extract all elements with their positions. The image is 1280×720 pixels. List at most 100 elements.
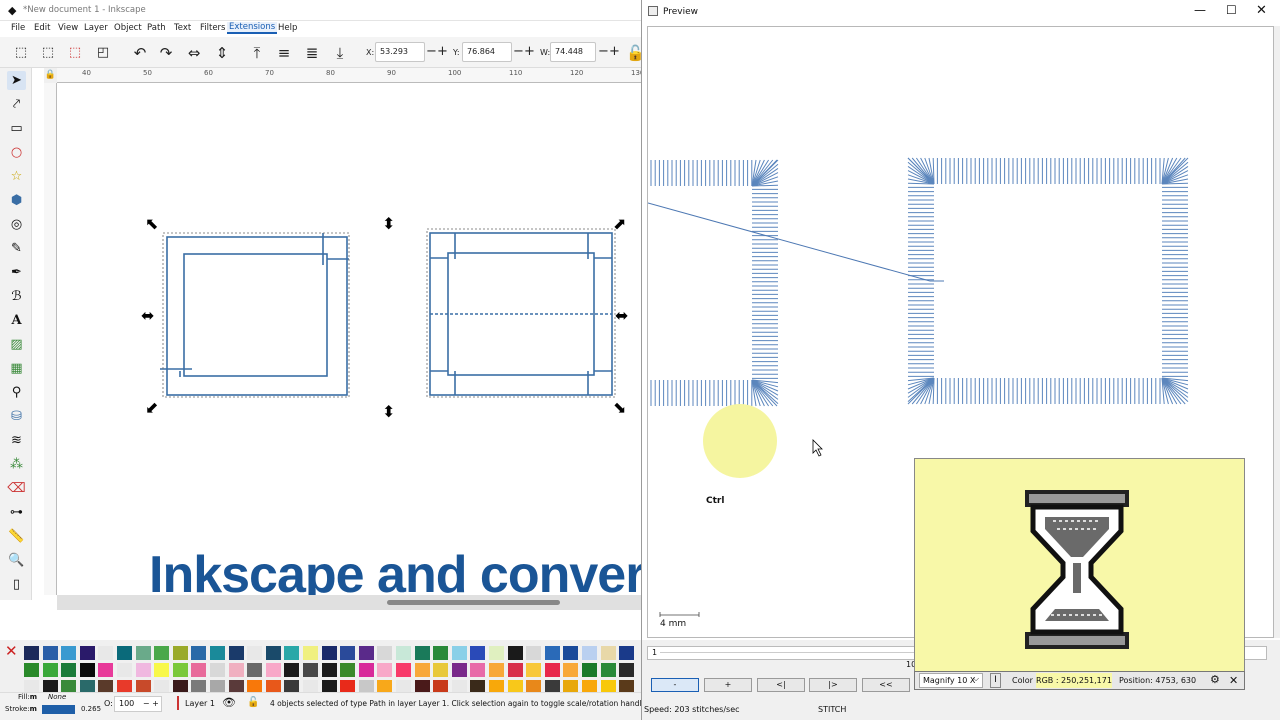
palette-swatch[interactable] bbox=[228, 646, 244, 660]
menu-help[interactable]: Help bbox=[278, 23, 297, 33]
raise-to-top-icon[interactable]: ⤒ bbox=[247, 43, 267, 63]
palette-swatch[interactable] bbox=[117, 663, 132, 677]
w-increment-icon[interactable]: + bbox=[609, 42, 620, 62]
paint-bucket-tool-icon[interactable]: ⛁ bbox=[7, 407, 26, 426]
pencil-tool-icon[interactable]: ✎ bbox=[7, 239, 26, 258]
menu-file[interactable]: File bbox=[11, 23, 25, 33]
raise-icon[interactable]: ≡ bbox=[274, 43, 294, 63]
palette-swatch[interactable] bbox=[396, 646, 411, 660]
pen-tool-icon[interactable]: ✒ bbox=[7, 263, 26, 282]
palette-swatch[interactable] bbox=[358, 646, 374, 660]
palette-swatch[interactable] bbox=[79, 663, 95, 677]
preview-vertical-scrollbar[interactable] bbox=[1274, 26, 1280, 638]
menu-object[interactable]: Object bbox=[114, 23, 142, 33]
palette-swatch[interactable] bbox=[98, 663, 114, 677]
select-all-icon[interactable]: ⬚ bbox=[11, 43, 31, 63]
ellipse-tool-icon[interactable]: ○ bbox=[7, 143, 26, 162]
drawing-canvas[interactable]: ⬉ ⬍ ⬈ ⬌ ⬌ ⬋ ⬍ ⬊ Inkscape and converting … bbox=[57, 83, 777, 604]
flip-vertical-icon[interactable]: ⇕ bbox=[212, 43, 232, 63]
palette-swatch[interactable] bbox=[210, 663, 225, 677]
palette-swatch[interactable] bbox=[210, 646, 225, 660]
palette-swatch[interactable] bbox=[526, 646, 542, 660]
x-input[interactable]: 53.293 bbox=[375, 42, 425, 62]
calligraphy-tool-icon[interactable]: ℬ bbox=[7, 287, 26, 306]
deselect-icon[interactable]: ⬚ bbox=[65, 43, 85, 63]
menu-extensions[interactable]: Extensions bbox=[227, 22, 278, 34]
lower-to-bottom-icon[interactable]: ⤓ bbox=[330, 43, 350, 63]
palette-swatch[interactable] bbox=[265, 646, 281, 660]
select-all-layers-icon[interactable]: ⬚ bbox=[38, 43, 58, 63]
spiral-tool-icon[interactable]: ◎ bbox=[7, 215, 26, 234]
palette-swatch[interactable] bbox=[377, 663, 393, 677]
palette-swatch[interactable] bbox=[433, 646, 449, 660]
palette-swatch[interactable] bbox=[526, 663, 542, 677]
palette-swatch[interactable] bbox=[433, 663, 449, 677]
palette-swatch[interactable] bbox=[451, 663, 467, 677]
palette-swatch[interactable] bbox=[42, 646, 58, 660]
palette-swatch[interactable] bbox=[154, 646, 170, 660]
palette-swatch[interactable] bbox=[414, 663, 430, 677]
palette-swatch[interactable] bbox=[79, 646, 95, 660]
close-icon[interactable]: ✕ bbox=[1256, 3, 1267, 18]
gradient-tool-icon[interactable]: ▨ bbox=[7, 335, 26, 354]
palette-swatch[interactable] bbox=[544, 663, 560, 677]
stroke-color-swatch[interactable] bbox=[42, 705, 75, 714]
palette-swatch[interactable] bbox=[451, 646, 467, 660]
spray-tool-icon[interactable]: ⁂ bbox=[7, 455, 26, 474]
menu-text[interactable]: Text bbox=[174, 23, 191, 33]
palette-swatch[interactable] bbox=[284, 646, 300, 660]
text-cursor-icon[interactable]: I bbox=[990, 673, 1001, 688]
zoom-dropdown-chevron-icon[interactable]: ⌵ bbox=[973, 674, 979, 684]
menu-edit[interactable]: Edit bbox=[34, 23, 50, 33]
palette-swatch[interactable] bbox=[619, 663, 635, 677]
palette-swatch[interactable] bbox=[619, 646, 635, 660]
layer-name[interactable]: Layer 1 bbox=[185, 699, 215, 708]
layer-visibility-icon[interactable]: 👁 bbox=[222, 696, 236, 709]
horizontal-scroll-thumb[interactable] bbox=[387, 600, 560, 605]
horizontal-scrollbar[interactable] bbox=[57, 595, 642, 610]
node-tool-icon[interactable]: ⤤ bbox=[7, 95, 26, 114]
rotate-ccw-icon[interactable]: ↶ bbox=[130, 43, 150, 63]
w-decrement-icon[interactable]: − bbox=[598, 42, 609, 62]
palette-swatch[interactable] bbox=[135, 646, 151, 660]
palette-swatch[interactable] bbox=[228, 663, 244, 677]
menu-layer[interactable]: Layer bbox=[84, 23, 108, 33]
tweak-tool-icon[interactable]: ≋ bbox=[7, 431, 26, 450]
palette-swatch[interactable] bbox=[247, 663, 263, 677]
palette-swatch[interactable] bbox=[563, 646, 579, 660]
touch-select-icon[interactable]: ◰ bbox=[93, 43, 113, 63]
zoom-tool-icon[interactable]: 🔍 bbox=[7, 551, 26, 570]
opacity-input[interactable]: 100 − + bbox=[114, 696, 162, 712]
w-input[interactable]: 74.448 bbox=[550, 42, 596, 62]
magnifier-settings-icon[interactable]: ⚙ bbox=[1210, 673, 1220, 686]
stitch-slider-track[interactable] bbox=[660, 652, 915, 653]
rotate-cw-icon[interactable]: ↷ bbox=[156, 43, 176, 63]
selector-tool-icon[interactable]: ➤ bbox=[7, 71, 26, 90]
slower-button[interactable]: - bbox=[651, 678, 699, 692]
palette-swatch[interactable] bbox=[24, 663, 39, 677]
palette-swatch[interactable] bbox=[117, 646, 132, 660]
palette-swatch[interactable] bbox=[247, 646, 263, 660]
connector-tool-icon[interactable]: ⊶ bbox=[7, 503, 26, 522]
palette-swatch[interactable] bbox=[507, 663, 523, 677]
menu-filters[interactable]: Filters bbox=[200, 23, 225, 33]
palette-swatch[interactable] bbox=[582, 663, 597, 677]
palette-swatch[interactable] bbox=[284, 663, 300, 677]
palette-swatch[interactable] bbox=[600, 646, 616, 660]
palette-swatch[interactable] bbox=[489, 646, 504, 660]
palette-swatch[interactable] bbox=[42, 663, 58, 677]
palette-swatch[interactable] bbox=[340, 663, 356, 677]
stroke-width-value[interactable]: 0.265 bbox=[81, 705, 101, 713]
eraser-tool-icon[interactable]: ⌫ bbox=[7, 479, 26, 498]
palette-swatch[interactable] bbox=[321, 663, 337, 677]
rewind-button[interactable]: << bbox=[862, 678, 910, 692]
star-tool-icon[interactable]: ☆ bbox=[7, 167, 26, 186]
y-input[interactable]: 76.864 bbox=[462, 42, 512, 62]
palette-swatch[interactable] bbox=[135, 663, 151, 677]
minimize-icon[interactable]: — bbox=[1194, 3, 1206, 17]
magnifier-close-icon[interactable]: ✕ bbox=[1229, 674, 1238, 687]
palette-swatch[interactable] bbox=[414, 646, 430, 660]
palette-swatch[interactable] bbox=[470, 646, 486, 660]
y-decrement-icon[interactable]: − bbox=[513, 42, 524, 62]
palette-swatch[interactable] bbox=[396, 663, 411, 677]
